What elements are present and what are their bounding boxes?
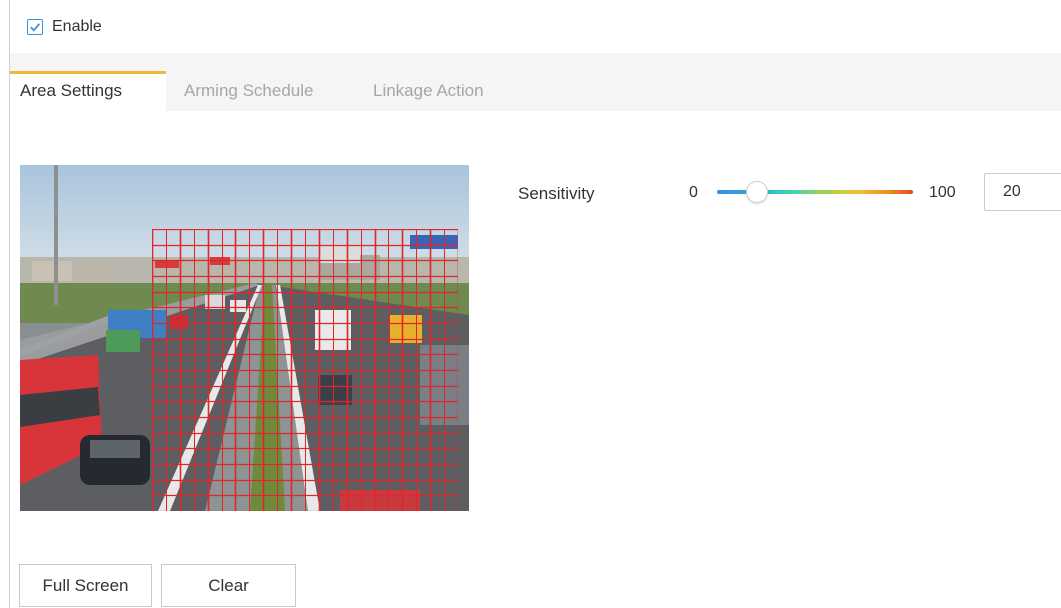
tab-area-settings[interactable]: Area Settings [10,71,166,111]
clear-button[interactable]: Clear [161,564,296,607]
tab-label: Arming Schedule [184,81,314,100]
enable-label: Enable [52,18,102,35]
checkmark-icon [30,23,41,32]
sensitivity-slider-handle[interactable] [746,181,769,203]
enable-checkbox-row[interactable]: Enable [27,16,102,38]
sensitivity-label: Sensitivity [518,184,595,203]
tab-label: Area Settings [20,81,123,100]
sensitivity-value-input[interactable] [984,173,1061,211]
detection-area-grid[interactable] [152,229,458,511]
tab-label: Linkage Action [373,81,484,100]
sensitivity-max-label: 100 [929,184,956,201]
enable-checkbox[interactable] [27,19,43,35]
sensitivity-slider[interactable] [717,181,913,203]
tab-linkage-action[interactable]: Linkage Action [373,71,484,111]
active-tab-indicator [10,71,166,74]
sensitivity-min-label: 0 [689,184,698,201]
full-screen-button[interactable]: Full Screen [19,564,152,607]
camera-preview[interactable] [20,165,469,511]
tab-bar: Area Settings Arming Schedule Linkage Ac… [10,53,1061,111]
tab-arming-schedule[interactable]: Arming Schedule [184,71,313,111]
